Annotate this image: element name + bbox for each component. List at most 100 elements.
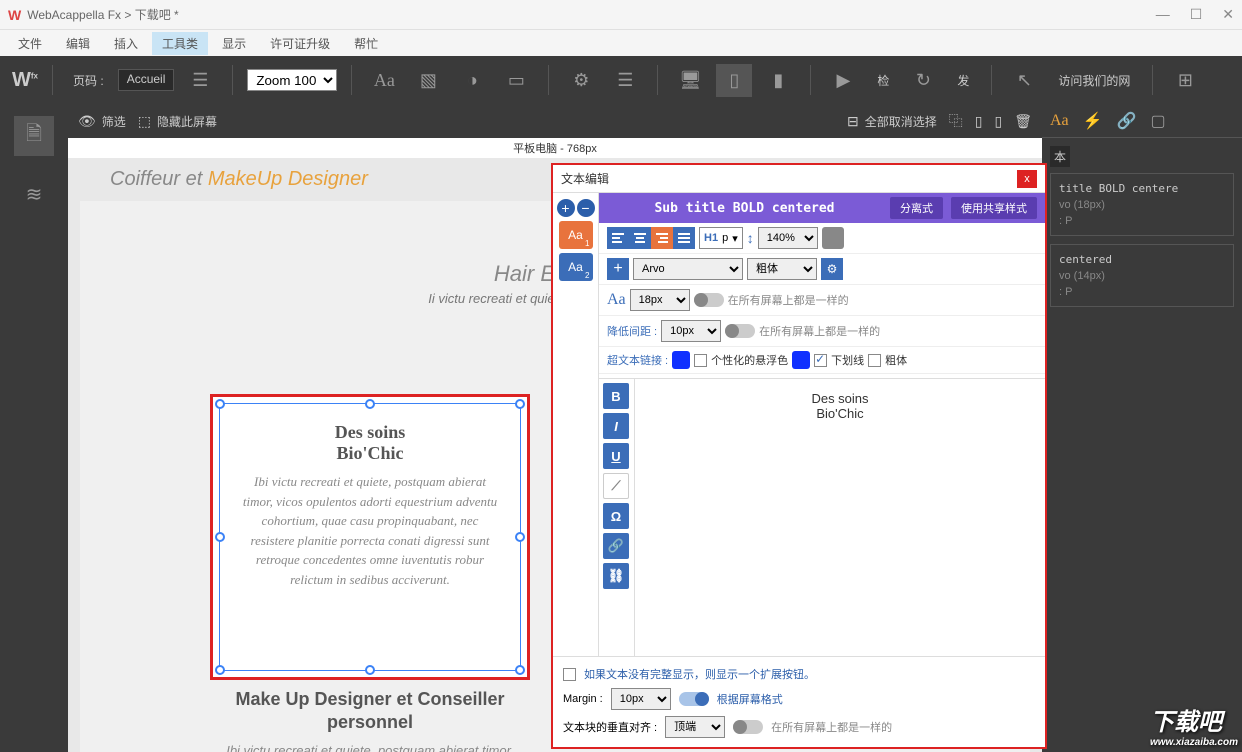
- italic-button[interactable]: I: [603, 413, 629, 439]
- visit-button[interactable]: 访问我们的网: [1050, 72, 1138, 89]
- symbol-button[interactable]: Ω: [603, 503, 629, 529]
- expand-checkbox[interactable]: [563, 668, 576, 681]
- tab-bounds[interactable]: ▢: [1151, 111, 1166, 131]
- resize-handle-sw[interactable]: [215, 665, 225, 675]
- rail-layers-icon[interactable]: ≋: [14, 174, 54, 214]
- bold-button[interactable]: B: [603, 383, 629, 409]
- weight-select[interactable]: 粗体: [747, 258, 817, 280]
- resize-handle-n[interactable]: [365, 399, 375, 409]
- menu-insert[interactable]: 插入: [104, 32, 148, 55]
- resize-handle-se[interactable]: [515, 665, 525, 675]
- maximize-button[interactable]: ☐: [1190, 6, 1203, 23]
- hide-screen-button[interactable]: ⬚隐藏此屏幕: [138, 113, 217, 130]
- minimize-button[interactable]: —: [1156, 6, 1170, 23]
- mobile-icon[interactable]: ▮: [760, 70, 796, 91]
- font-select[interactable]: Arvo: [633, 258, 743, 280]
- tab-text-style[interactable]: Aa: [1050, 112, 1069, 130]
- desktop-icon[interactable]: 🖥: [672, 70, 708, 91]
- add-font-button[interactable]: +: [607, 258, 629, 280]
- list-icon[interactable]: ☰: [607, 70, 643, 91]
- line-height-select[interactable]: 140%: [758, 227, 818, 249]
- spacing-label: 降低间距 :: [607, 323, 657, 339]
- delete-icon[interactable]: 🗑: [1014, 113, 1032, 130]
- size-all-screens-toggle[interactable]: [694, 293, 724, 307]
- refresh-icon[interactable]: ↻: [905, 70, 941, 91]
- tab-link[interactable]: 🔗: [1117, 111, 1137, 131]
- play-icon[interactable]: ▶: [825, 70, 861, 91]
- style-header: Sub title BOLD centered 分离式 使用共享样式: [599, 193, 1045, 223]
- layer-up-icon[interactable]: ▯: [975, 113, 983, 130]
- resize-handle-s[interactable]: [365, 665, 375, 675]
- spacing-select[interactable]: 10px: [661, 320, 721, 342]
- rail-page-icon[interactable]: 🗎: [14, 116, 54, 156]
- text-color-swatch[interactable]: [822, 227, 844, 249]
- valign-toggle[interactable]: [733, 720, 763, 734]
- selected-text-block[interactable]: Des soins Bio'Chic Ibi victu recreati et…: [210, 394, 530, 680]
- deselect-all-button[interactable]: ⊟全部取消选择: [847, 113, 937, 130]
- remove-style-button[interactable]: −: [577, 199, 595, 217]
- menu-help[interactable]: 帮忙: [344, 32, 388, 55]
- align-center-button[interactable]: [629, 227, 651, 249]
- menu-edit[interactable]: 编辑: [56, 32, 100, 55]
- page-select[interactable]: Accueil: [118, 69, 175, 91]
- link-button[interactable]: 🔗: [603, 533, 629, 559]
- valign-hint: 在所有屏幕上都是一样的: [771, 719, 892, 735]
- check-button[interactable]: 检: [869, 72, 897, 89]
- bold-checkbox[interactable]: [868, 354, 881, 367]
- menu-tools[interactable]: 工具类: [152, 32, 208, 55]
- tab-effects[interactable]: ⚡: [1083, 111, 1103, 131]
- link-color-swatch[interactable]: [672, 351, 690, 369]
- use-shared-button[interactable]: 使用共享样式: [951, 197, 1037, 219]
- valign-select[interactable]: 顶端: [665, 716, 725, 738]
- style-card-1[interactable]: title BOLD centere vo (18px) : P: [1050, 173, 1234, 236]
- hover-color-swatch[interactable]: [792, 351, 810, 369]
- detach-button[interactable]: 分离式: [890, 197, 943, 219]
- publish-button[interactable]: 发: [949, 72, 977, 89]
- zoom-select[interactable]: Zoom 100%: [247, 69, 337, 91]
- style-chip-1[interactable]: Aa1: [559, 221, 593, 249]
- page-settings-icon[interactable]: ☰: [182, 70, 218, 91]
- size-select[interactable]: 18px: [630, 289, 690, 311]
- gear-icon[interactable]: ⚙: [563, 70, 599, 91]
- unlink-button[interactable]: ⛓: [603, 563, 629, 589]
- menu-file[interactable]: 文件: [8, 32, 52, 55]
- underline-button[interactable]: U: [603, 443, 629, 469]
- copy-icon[interactable]: ⿻: [949, 111, 963, 131]
- size-row: Aa 18px 在所有屏幕上都是一样的: [599, 285, 1045, 316]
- spacing-all-screens-toggle[interactable]: [725, 324, 755, 338]
- menu-view[interactable]: 显示: [212, 32, 256, 55]
- close-button[interactable]: ✕: [1222, 6, 1234, 23]
- margin-toggle[interactable]: [679, 692, 709, 706]
- dialog-titlebar[interactable]: 文本编辑 x: [553, 165, 1045, 193]
- dialog-close-button[interactable]: x: [1017, 170, 1037, 188]
- image-tool-icon[interactable]: ▧: [410, 70, 446, 91]
- margin-select[interactable]: 10px: [611, 688, 671, 710]
- shape-tool-icon[interactable]: ▭: [498, 70, 534, 91]
- font-settings-button[interactable]: ⚙: [821, 258, 843, 280]
- align-justify-button[interactable]: [673, 227, 695, 249]
- resize-handle-w[interactable]: [215, 532, 225, 542]
- app-icon: Wfx: [12, 69, 38, 92]
- style-card-2[interactable]: centered vo (14px) : P: [1050, 244, 1234, 307]
- filter-button[interactable]: 👁筛选: [78, 113, 126, 130]
- heading-tag-select[interactable]: H1p ▾: [699, 227, 743, 249]
- size-hint: 在所有屏幕上都是一样的: [728, 292, 849, 308]
- strike-button[interactable]: ⟋: [603, 473, 629, 499]
- style-chip-2[interactable]: Aa2: [559, 253, 593, 281]
- qr-icon[interactable]: ⊞: [1167, 70, 1203, 91]
- resize-handle-nw[interactable]: [215, 399, 225, 409]
- text-tool-icon[interactable]: Aa: [366, 70, 402, 91]
- layer-down-icon[interactable]: ▯: [995, 113, 1003, 130]
- cursor-icon[interactable]: ↖: [1006, 70, 1042, 91]
- align-left-button[interactable]: [607, 227, 629, 249]
- underline-checkbox[interactable]: [814, 354, 827, 367]
- tablet-icon[interactable]: ▯: [716, 64, 752, 97]
- menu-license[interactable]: 许可证升级: [260, 32, 340, 55]
- hover-color-checkbox[interactable]: [694, 354, 707, 367]
- align-right-button[interactable]: [651, 227, 673, 249]
- color-tool-icon[interactable]: ◑: [454, 70, 490, 91]
- editor-content[interactable]: Des soins Bio'Chic: [635, 379, 1045, 656]
- resize-handle-ne[interactable]: [515, 399, 525, 409]
- add-style-button[interactable]: +: [557, 199, 575, 217]
- resize-handle-e[interactable]: [515, 532, 525, 542]
